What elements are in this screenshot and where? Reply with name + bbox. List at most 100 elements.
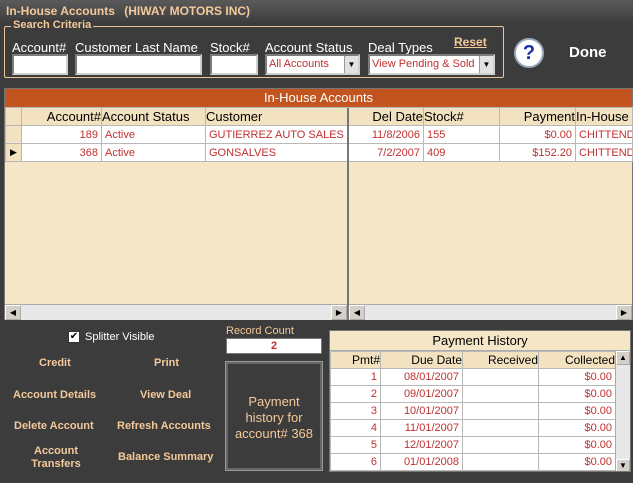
received-cell[interactable] xyxy=(462,453,539,471)
due-date-cell[interactable]: 01/01/2008 xyxy=(380,453,463,471)
column-header-inhouse[interactable]: In-House xyxy=(575,107,633,126)
pmt-cell[interactable]: 5 xyxy=(330,436,381,454)
row-selector[interactable] xyxy=(5,125,22,144)
account-number-input[interactable] xyxy=(12,54,68,75)
customer-cell[interactable]: GUTIERREZ AUTO SALES xyxy=(205,125,348,144)
help-icon[interactable]: ? xyxy=(514,38,544,68)
status-cell[interactable]: Active xyxy=(101,143,206,162)
grid-splitter[interactable] xyxy=(347,108,349,320)
scroll-up-icon[interactable]: ▲ xyxy=(616,351,630,365)
pmt-cell[interactable]: 1 xyxy=(330,368,381,386)
pmt-cell[interactable]: 3 xyxy=(330,402,381,420)
due-date-cell[interactable]: 12/01/2007 xyxy=(380,436,463,454)
splitter-visible-checkbox[interactable]: ✔ xyxy=(68,331,80,343)
received-cell[interactable] xyxy=(462,402,539,420)
due-date-cell[interactable]: 11/01/2007 xyxy=(380,419,463,437)
window-title-bar: In-House Accounts (HIWAY MOTORS INC) xyxy=(0,0,633,22)
deal-types-label: Deal Types xyxy=(368,40,433,55)
column-header-due-date[interactable]: Due Date xyxy=(380,351,463,369)
table-row[interactable]: 189 Active GUTIERREZ AUTO SALES 11/8/200… xyxy=(5,125,633,144)
account-status-select[interactable]: All Accounts ▼ xyxy=(265,54,360,75)
customer-last-name-label: Customer Last Name xyxy=(75,40,198,55)
account-transfers-button[interactable]: Account Transfers xyxy=(28,445,84,471)
credit-button[interactable]: Credit xyxy=(39,357,71,369)
payment-cell[interactable]: $152.20 xyxy=(499,143,576,162)
current-row-pointer-icon[interactable]: ▶ xyxy=(5,143,22,162)
accounts-header-row: Account# Account Status Customer Del Dat… xyxy=(5,107,633,126)
stock-cell[interactable]: 409 xyxy=(423,143,500,162)
table-row[interactable]: 6 01/01/2008 $0.00 xyxy=(330,453,616,471)
chevron-down-icon[interactable]: ▼ xyxy=(344,56,358,73)
right-horizontal-scrollbar[interactable]: ◀ ▶ xyxy=(349,304,632,320)
scroll-left-icon[interactable]: ◀ xyxy=(5,305,21,320)
refresh-accounts-button[interactable]: Refresh Accounts xyxy=(117,420,211,432)
column-header-customer[interactable]: Customer xyxy=(205,107,348,126)
table-row[interactable]: 4 11/01/2007 $0.00 xyxy=(330,419,616,437)
due-date-cell[interactable]: 09/01/2007 xyxy=(380,385,463,403)
del-date-cell[interactable]: 7/2/2007 xyxy=(347,143,424,162)
accounts-grid: In-House Accounts Account# Account Statu… xyxy=(4,88,633,320)
search-criteria-legend: Search Criteria xyxy=(11,19,94,31)
inhouse-cell[interactable]: CHITTEND xyxy=(575,125,633,144)
collected-cell[interactable]: $0.00 xyxy=(538,453,616,471)
account-cell[interactable]: 368 xyxy=(21,143,102,162)
table-row[interactable]: 2 09/01/2007 $0.00 xyxy=(330,385,616,403)
deal-types-select[interactable]: View Pending & Sold ▼ xyxy=(368,54,495,75)
window-title: In-House Accounts xyxy=(6,4,115,18)
table-row[interactable]: 3 10/01/2007 $0.00 xyxy=(330,402,616,420)
done-button[interactable]: Done xyxy=(569,44,607,61)
collected-cell[interactable]: $0.00 xyxy=(538,436,616,454)
collected-cell[interactable]: $0.00 xyxy=(538,419,616,437)
delete-account-button[interactable]: Delete Account xyxy=(14,420,94,432)
payment-history-note: Payment history for account# 368 xyxy=(225,361,323,471)
due-date-cell[interactable]: 08/01/2007 xyxy=(380,368,463,386)
payment-history-table: Pmt# Due Date Received Collected 1 08/01/… xyxy=(330,351,616,471)
balance-summary-button[interactable]: Balance Summary xyxy=(118,451,213,463)
table-row[interactable]: ▶ 368 Active GONSALVES 7/2/2007 409 $152… xyxy=(5,143,633,162)
customer-last-name-input[interactable] xyxy=(75,54,202,75)
table-row[interactable]: 5 12/01/2007 $0.00 xyxy=(330,436,616,454)
column-header-account[interactable]: Account# xyxy=(21,107,102,126)
column-header-payment[interactable]: Payment xyxy=(499,107,576,126)
inhouse-cell[interactable]: CHITTEND xyxy=(575,143,633,162)
stock-number-input[interactable] xyxy=(210,54,258,75)
payment-cell[interactable]: $0.00 xyxy=(499,125,576,144)
column-header-collected[interactable]: Collected xyxy=(538,351,616,369)
received-cell[interactable] xyxy=(462,368,539,386)
column-header-received[interactable]: Received xyxy=(462,351,539,369)
pmt-cell[interactable]: 4 xyxy=(330,419,381,437)
customer-cell[interactable]: GONSALVES xyxy=(205,143,348,162)
column-header-del-date[interactable]: Del Date xyxy=(347,107,424,126)
pmt-cell[interactable]: 6 xyxy=(330,453,381,471)
column-header-pmt[interactable]: Pmt# xyxy=(330,351,381,369)
scroll-left-icon[interactable]: ◀ xyxy=(349,305,365,320)
column-header-status[interactable]: Account Status xyxy=(101,107,206,126)
collected-cell[interactable]: $0.00 xyxy=(538,385,616,403)
account-status-value: All Accounts xyxy=(269,58,329,70)
account-number-label: Account# xyxy=(12,40,67,55)
del-date-cell[interactable]: 11/8/2006 xyxy=(347,125,424,144)
received-cell[interactable] xyxy=(462,385,539,403)
chevron-down-icon[interactable]: ▼ xyxy=(479,56,493,73)
due-date-cell[interactable]: 10/01/2007 xyxy=(380,402,463,420)
pmt-cell[interactable]: 2 xyxy=(330,385,381,403)
payment-history-scrollbar[interactable]: ▲ ▼ xyxy=(615,351,630,471)
deal-types-value: View Pending & Sold xyxy=(372,58,475,70)
scroll-right-icon[interactable]: ▶ xyxy=(616,305,632,320)
status-cell[interactable]: Active xyxy=(101,125,206,144)
stock-cell[interactable]: 155 xyxy=(423,125,500,144)
account-cell[interactable]: 189 xyxy=(21,125,102,144)
account-details-button[interactable]: Account Details xyxy=(13,389,96,401)
table-row[interactable]: 1 08/01/2007 $0.00 xyxy=(330,368,616,386)
column-header-stock[interactable]: Stock# xyxy=(423,107,500,126)
reset-link[interactable]: Reset xyxy=(454,35,487,49)
view-deal-button[interactable]: View Deal xyxy=(140,389,191,401)
scroll-down-icon[interactable]: ▼ xyxy=(616,459,630,471)
received-cell[interactable] xyxy=(462,419,539,437)
collected-cell[interactable]: $0.00 xyxy=(538,402,616,420)
left-horizontal-scrollbar[interactable]: ◀ ▶ xyxy=(5,304,347,320)
print-button[interactable]: Print xyxy=(154,357,179,369)
received-cell[interactable] xyxy=(462,436,539,454)
collected-cell[interactable]: $0.00 xyxy=(538,368,616,386)
scroll-right-icon[interactable]: ▶ xyxy=(331,305,347,320)
